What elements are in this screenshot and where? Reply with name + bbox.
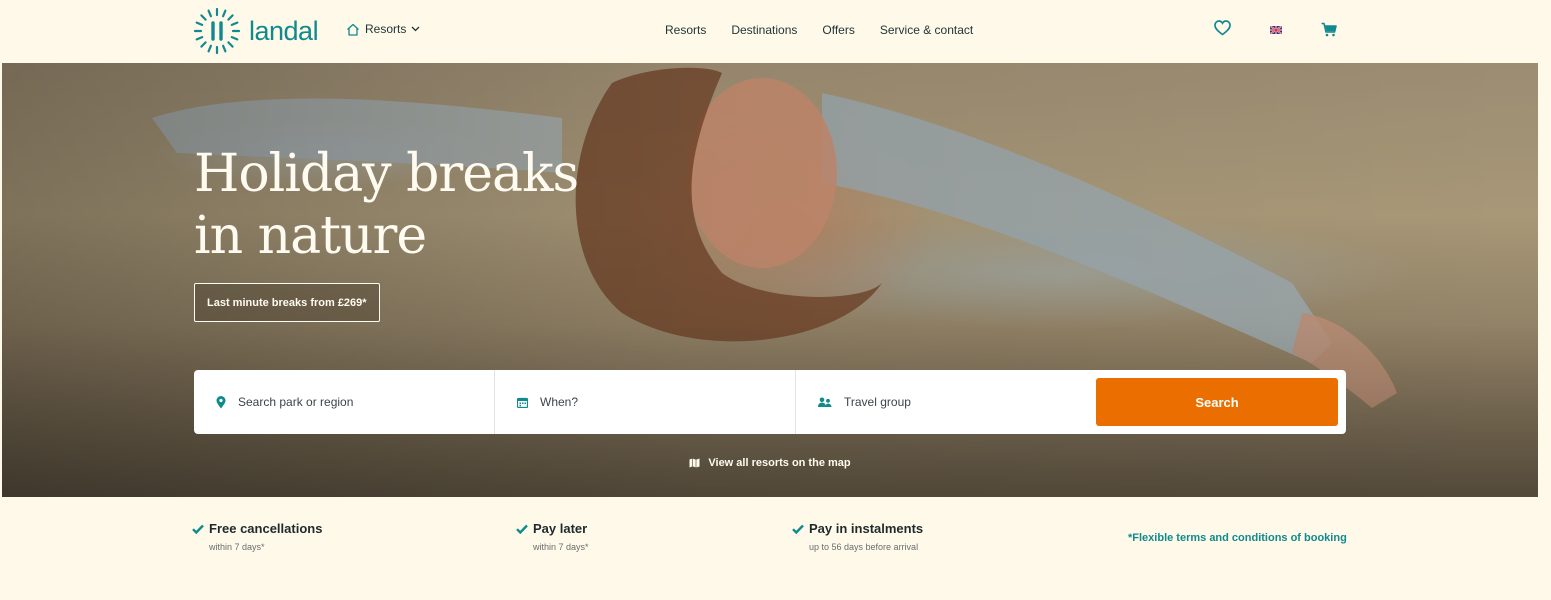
last-minute-promo-button[interactable]: Last minute breaks from £269* (194, 283, 380, 322)
usp-pay-in-instalments: Pay in instalments up to 56 days before … (792, 521, 923, 552)
usp-title: Pay later (533, 521, 588, 536)
logo-wordmark: landal (249, 15, 319, 46)
landal-sun-icon (193, 7, 241, 55)
calendar-icon (517, 397, 528, 408)
usp-subtitle: within 7 days* (533, 542, 589, 552)
site-header: landal Resorts Resorts Destinations Offe… (0, 0, 1551, 62)
date-placeholder: When? (540, 395, 579, 409)
search-bar: Search park or region When? Travel group… (194, 370, 1346, 434)
travel-group-field[interactable]: Travel group (796, 370, 1097, 434)
usp-subtitle: up to 56 days before arrival (809, 542, 919, 552)
cart-icon[interactable] (1321, 22, 1337, 37)
heart-icon[interactable] (1214, 20, 1231, 36)
nav-service-contact[interactable]: Service & contact (880, 23, 973, 37)
resorts-dropdown-label: Resorts (365, 22, 407, 36)
hero-title-line-2: in nature (194, 206, 427, 266)
usp-title: Free cancellations (209, 521, 323, 536)
hero-title: Holiday breaks in nature (194, 143, 654, 267)
usp-pay-later: Pay later within 7 days* (516, 521, 589, 552)
nav-destinations[interactable]: Destinations (731, 23, 797, 37)
hero-banner: Holiday breaks in nature Last minute bre… (2, 63, 1538, 497)
travel-group-placeholder: Travel group (844, 395, 911, 409)
nav-resorts[interactable]: Resorts (665, 23, 706, 37)
nav-offers[interactable]: Offers (822, 23, 854, 37)
uk-flag-icon[interactable] (1270, 26, 1282, 34)
usp-title: Pay in instalments (809, 521, 924, 536)
chevron-down-icon (411, 26, 420, 32)
landal-logo[interactable]: landal (193, 7, 319, 55)
map-icon (689, 458, 700, 468)
booking-terms-link[interactable]: *Flexible terms and conditions of bookin… (1128, 532, 1347, 544)
checkmark-icon (192, 524, 204, 534)
view-map-label: View all resorts on the map (708, 457, 851, 469)
view-map-link[interactable]: View all resorts on the map (2, 457, 1538, 469)
date-field[interactable]: When? (495, 370, 796, 434)
resorts-dropdown[interactable]: Resorts (346, 22, 420, 36)
checkmark-icon (516, 524, 528, 534)
people-icon (818, 397, 832, 407)
location-placeholder: Search park or region (238, 395, 354, 409)
usp-free-cancellations: Free cancellations within 7 days* (192, 521, 322, 552)
search-button[interactable]: Search (1096, 378, 1338, 426)
main-navigation: Resorts Destinations Offers Service & co… (665, 23, 973, 37)
checkmark-icon (792, 524, 804, 534)
location-search-field[interactable]: Search park or region (194, 370, 495, 434)
home-icon (347, 23, 359, 36)
usp-subtitle: within 7 days* (209, 542, 265, 552)
location-pin-icon (216, 395, 226, 408)
hero-title-line-1: Holiday breaks (194, 144, 579, 204)
